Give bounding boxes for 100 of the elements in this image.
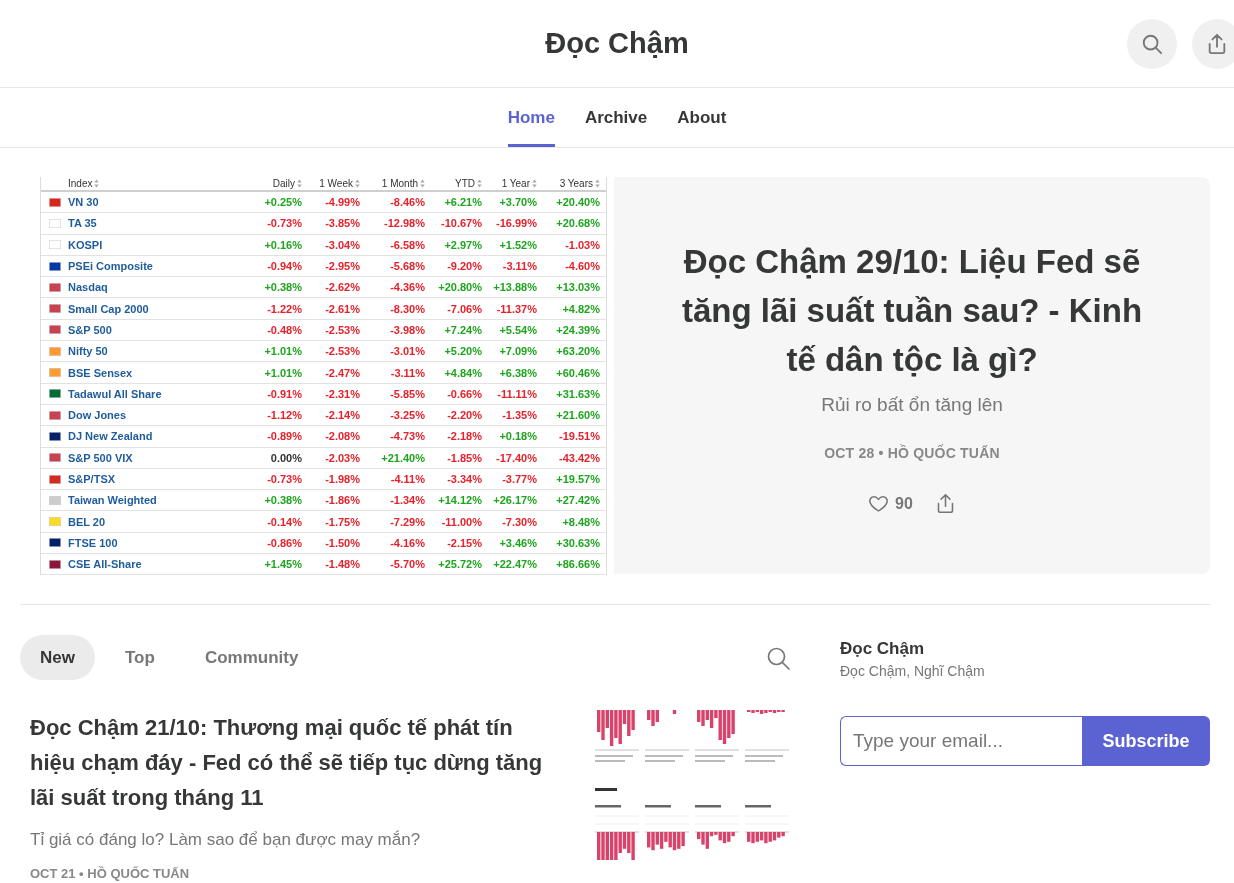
table-cell: -6.58%	[390, 238, 425, 251]
post-title[interactable]: Đọc Chậm 29/10: Liệu Fed sẽ tăng lãi suất tuần sau? - Kinh tế dân tộc là gì?	[669, 237, 1155, 384]
table-cell: +63.20%	[556, 345, 600, 358]
index-name[interactable]: PSEi Composite	[68, 260, 153, 273]
column-header[interactable]: 1 Month	[360, 178, 425, 189]
table-cell: -3.11%	[502, 260, 537, 273]
index-name[interactable]: Dow Jones	[68, 409, 127, 422]
table-cell: -5.70%	[390, 558, 425, 571]
index-name[interactable]: Small Cap 2000	[68, 302, 149, 315]
table-cell: -7.30%	[502, 515, 537, 528]
table-cell: +27.42%	[556, 494, 600, 507]
table-cell: +25.72%	[438, 558, 482, 571]
table-cell: -4.60%	[565, 260, 600, 273]
post-title[interactable]: Đọc Chậm 21/10: Thương mại quốc tế phát tín hiệu chạm đáy - Fed có thể sẽ tiếp tục dừng tăng lãi suất trong tháng 11	[30, 710, 558, 815]
table-cell: -2.18%	[447, 430, 482, 443]
flag-icon	[49, 538, 61, 548]
index-name[interactable]: VN 30	[68, 196, 99, 209]
feed-tab[interactable]: Top	[104, 635, 175, 680]
flag-icon	[49, 368, 61, 377]
search-button[interactable]	[1127, 18, 1177, 69]
post-subtitle: Tỉ giá có đáng lo? Làm sao để bạn được may mắn?	[30, 829, 422, 851]
table-cell: +6.38%	[499, 366, 537, 379]
table-cell: +24.39%	[556, 323, 600, 336]
index-name[interactable]: BEL 20	[68, 515, 106, 528]
table-cell: -1.22%	[267, 302, 302, 315]
share-button[interactable]	[1192, 18, 1234, 69]
sort-icon	[595, 179, 600, 188]
index-name[interactable]: Taiwan Weighted	[68, 494, 157, 507]
table-cell: +5.20%	[444, 345, 482, 358]
table-cell: -17.40%	[496, 451, 537, 464]
index-name[interactable]: TA 35	[68, 217, 97, 230]
index-name[interactable]: S&P 500 VIX	[68, 451, 133, 464]
index-name[interactable]: Nifty 50	[68, 345, 108, 358]
table-cell: +26.17%	[493, 494, 537, 507]
table-cell: -4.16%	[390, 536, 425, 549]
column-header[interactable]: 3 Years	[537, 178, 600, 189]
table-cell: -1.12%	[267, 409, 302, 422]
flag-icon	[49, 517, 61, 527]
sort-icon	[477, 179, 482, 188]
table-cell: +1.45%	[264, 558, 302, 571]
table-cell: +60.46%	[556, 366, 600, 379]
index-name[interactable]: S&P 500	[68, 323, 112, 336]
column-header[interactable]: Index	[68, 178, 244, 189]
nav-tab[interactable]: About	[677, 88, 727, 147]
table-cell: -4.73%	[390, 430, 425, 443]
column-header[interactable]: YTD	[425, 178, 482, 189]
sort-icon	[532, 179, 537, 188]
table-cell: +13.03%	[556, 281, 600, 294]
feed-tab[interactable]: Community	[184, 635, 319, 680]
table-cell: +19.57%	[556, 473, 600, 485]
table-cell: -5.85%	[390, 387, 425, 400]
table-cell: +86.66%	[556, 558, 600, 571]
site-title: Đọc Chậm	[545, 27, 689, 60]
feed-tab[interactable]: New	[20, 635, 95, 680]
subscribe-button[interactable]: Subscribe	[1082, 716, 1210, 766]
index-name[interactable]: S&P/TSX	[68, 473, 116, 485]
table-cell: -2.15%	[447, 536, 482, 549]
table-cell: +8.48%	[562, 515, 600, 528]
flag-icon	[49, 218, 61, 228]
table-cell: -0.48%	[267, 323, 302, 336]
index-name[interactable]: BSE Sensex	[68, 366, 133, 379]
table-cell: +20.80%	[438, 281, 482, 294]
table-cell: -8.30%	[390, 302, 425, 315]
nav-tab[interactable]: Archive	[584, 88, 648, 147]
table-cell: -0.73%	[267, 217, 302, 230]
table-cell: -3.25%	[390, 409, 425, 422]
like-button[interactable]: 90	[868, 493, 913, 514]
table-cell: -16.99%	[496, 217, 537, 230]
column-header[interactable]: 1 Week	[302, 178, 360, 189]
table-cell: +22.47%	[493, 558, 537, 571]
column-header[interactable]: Daily	[244, 178, 302, 189]
column-header[interactable]: 1 Year	[482, 178, 537, 189]
share-icon	[1206, 32, 1228, 55]
table-cell: -11.37%	[496, 302, 537, 315]
table-cell: -0.91%	[267, 387, 302, 400]
index-name[interactable]: Tadawul All Share	[68, 387, 162, 400]
index-name[interactable]: Nasdaq	[68, 281, 108, 294]
flag-icon	[49, 410, 61, 420]
search-button[interactable]	[766, 645, 790, 670]
table-cell: -2.53%	[325, 345, 360, 358]
table-cell: +0.25%	[264, 196, 302, 209]
table-cell: -7.06%	[447, 302, 482, 315]
flag-icon	[49, 304, 61, 314]
sort-icon	[94, 179, 100, 188]
index-name[interactable]: KOSPI	[68, 238, 103, 251]
nav-tab[interactable]: Home	[507, 88, 555, 147]
index-name[interactable]: FTSE 100	[68, 536, 118, 549]
table-cell: +4.82%	[562, 302, 600, 315]
table-cell: -1.85%	[447, 451, 482, 464]
table-cell: -1.75%	[325, 515, 360, 528]
table-cell: -2.08%	[325, 430, 360, 443]
index-name[interactable]: DJ New Zealand	[68, 430, 153, 443]
email-field[interactable]: Type your email...	[840, 716, 1082, 766]
table-cell: +5.54%	[499, 323, 537, 336]
table-cell: +20.40%	[556, 196, 600, 209]
table-cell: -2.20%	[447, 409, 482, 422]
table-cell: -3.34%	[447, 473, 482, 485]
table-cell: -1.03%	[565, 238, 600, 251]
index-name[interactable]: CSE All-Share	[68, 558, 142, 571]
sort-icon	[355, 179, 360, 188]
